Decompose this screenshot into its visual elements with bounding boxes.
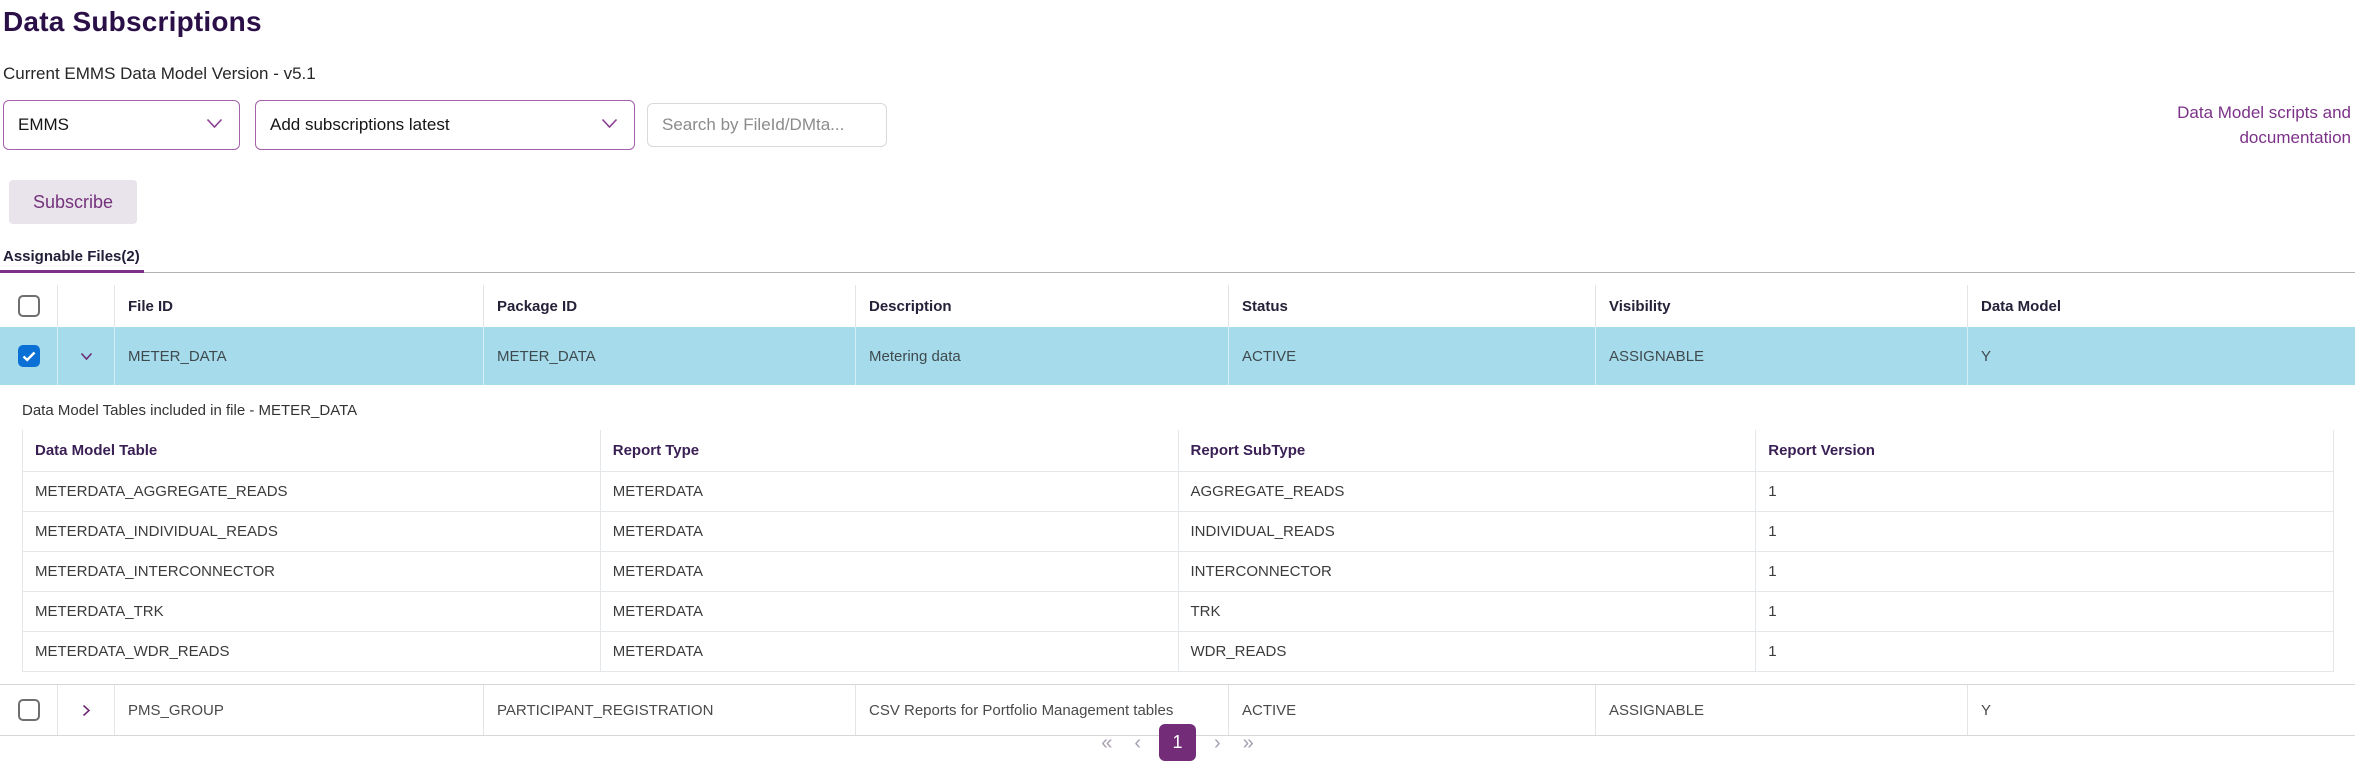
- subtable-cell-report-version: 1: [1756, 632, 2334, 672]
- heading-divider: [0, 272, 2355, 273]
- subtable-cell-table: METERDATA_TRK: [23, 592, 601, 632]
- expansion-bottom-gap: [0, 672, 2355, 684]
- first-page-button[interactable]: «: [1097, 729, 1116, 757]
- column-header-data-model: Data Model: [1981, 297, 2062, 315]
- subtable-cell-report-type: METERDATA: [600, 592, 1179, 632]
- chevron-down-icon: [601, 116, 618, 134]
- assignable-files-table: File ID Package ID Description Status Vi…: [0, 285, 2355, 736]
- subtable-cell-report-type: METERDATA: [600, 472, 1179, 512]
- subtable-row: METERDATA_WDR_READS METERDATA WDR_READS …: [23, 632, 2334, 672]
- subtable-cell-report-type: METERDATA: [600, 632, 1179, 672]
- select-all-checkbox[interactable]: [17, 295, 40, 317]
- cell-file-id: METER_DATA: [115, 327, 484, 385]
- expansion-label: Data Model Tables included in file - MET…: [22, 402, 358, 419]
- subtable-cell-report-type: METERDATA: [600, 552, 1179, 592]
- subtable-column-header-report-subtype: Report SubType: [1178, 430, 1757, 472]
- page-title: Data Subscriptions: [3, 6, 262, 37]
- cell-description: Metering data: [856, 327, 1229, 385]
- subtable-cell-table: METERDATA_AGGREGATE_READS: [23, 472, 601, 512]
- search-input[interactable]: [647, 103, 887, 147]
- subtable-row: METERDATA_AGGREGATE_READS METERDATA AGGR…: [23, 472, 2334, 512]
- column-header-file-id: File ID: [115, 285, 484, 327]
- subscription-type-dropdown-value: Add subscriptions latest: [270, 115, 450, 134]
- chevron-down-icon: [80, 349, 93, 364]
- subtable-column-header-report-type: Report Type: [600, 430, 1179, 472]
- subtable-cell-table: METERDATA_INDIVIDUAL_READS: [23, 512, 601, 552]
- column-header-visibility: Visibility: [1596, 285, 1968, 327]
- chevron-down-icon: [206, 116, 223, 134]
- subtable-cell-report-type: METERDATA: [600, 512, 1179, 552]
- subtable-cell-report-subtype: WDR_READS: [1178, 632, 1757, 672]
- pagination: « ‹ 1 › »: [0, 724, 2355, 761]
- data-model-tables-subtable: Data Model Table Report Type Report SubT…: [22, 430, 2334, 672]
- previous-page-button[interactable]: ‹: [1130, 729, 1145, 757]
- column-header-status: Status: [1229, 285, 1596, 327]
- expand-row-button[interactable]: [76, 699, 97, 722]
- subtable-cell-report-version: 1: [1756, 592, 2334, 632]
- cell-data-model: Y: [1981, 347, 1992, 365]
- column-header-description: Description: [856, 285, 1229, 327]
- table-header-row: File ID Package ID Description Status Vi…: [0, 285, 2355, 327]
- subtable-cell-report-subtype: INTERCONNECTOR: [1178, 552, 1757, 592]
- column-header-package-id: Package ID: [484, 285, 856, 327]
- subtable-row: METERDATA_INDIVIDUAL_READS METERDATA IND…: [23, 512, 2334, 552]
- page-1-button[interactable]: 1: [1159, 724, 1196, 761]
- cell-visibility: ASSIGNABLE: [1596, 327, 1968, 385]
- assignable-files-section: Assignable Files(2): [0, 248, 2355, 273]
- subtable-row: METERDATA_INTERCONNECTOR METERDATA INTER…: [23, 552, 2334, 592]
- subtable-cell-report-subtype: TRK: [1178, 592, 1757, 632]
- row-checkbox-checked[interactable]: [17, 345, 40, 367]
- data-source-dropdown-value: EMMS: [18, 115, 69, 134]
- subtable-cell-report-version: 1: [1756, 552, 2334, 592]
- subscription-type-dropdown[interactable]: Add subscriptions latest: [255, 100, 635, 150]
- subscribe-button[interactable]: Subscribe: [9, 180, 138, 224]
- data-subscriptions-page: Data Subscriptions Current EMMS Data Mod…: [0, 0, 2355, 780]
- data-model-version-text: Current EMMS Data Model Version - v5.1: [3, 64, 316, 83]
- subtable-header-row: Data Model Table Report Type Report SubT…: [23, 430, 2334, 472]
- subtable-row: METERDATA_TRK METERDATA TRK 1: [23, 592, 2334, 632]
- subtable-cell-table: METERDATA_WDR_READS: [23, 632, 601, 672]
- cell-package-id: METER_DATA: [484, 327, 856, 385]
- table-row-meter-data[interactable]: METER_DATA METER_DATA Metering data ACTI…: [0, 327, 2355, 385]
- subtable-cell-report-version: 1: [1756, 472, 2334, 512]
- subtable-column-header-table: Data Model Table: [23, 430, 601, 472]
- row-checkbox-unchecked[interactable]: [17, 699, 40, 721]
- column-header-expand: [58, 285, 115, 327]
- assignable-files-heading: Assignable Files(2): [0, 248, 144, 273]
- subtable-cell-report-subtype: INDIVIDUAL_READS: [1178, 512, 1757, 552]
- last-page-button[interactable]: »: [1239, 729, 1258, 757]
- collapse-row-button[interactable]: [76, 345, 97, 368]
- row-expansion-panel: Data Model Tables included in file - MET…: [0, 385, 2355, 684]
- subtable-cell-report-subtype: AGGREGATE_READS: [1178, 472, 1757, 512]
- subtable-column-header-report-version: Report Version: [1756, 430, 2334, 472]
- data-source-dropdown[interactable]: EMMS: [3, 100, 240, 150]
- subtable-cell-table: METERDATA_INTERCONNECTOR: [23, 552, 601, 592]
- cell-status: ACTIVE: [1229, 327, 1596, 385]
- subtable-cell-report-version: 1: [1756, 512, 2334, 552]
- data-model-docs-link[interactable]: Data Model scripts and documentation: [2173, 100, 2351, 150]
- chevron-right-icon: [80, 703, 93, 718]
- next-page-button[interactable]: ›: [1210, 729, 1225, 757]
